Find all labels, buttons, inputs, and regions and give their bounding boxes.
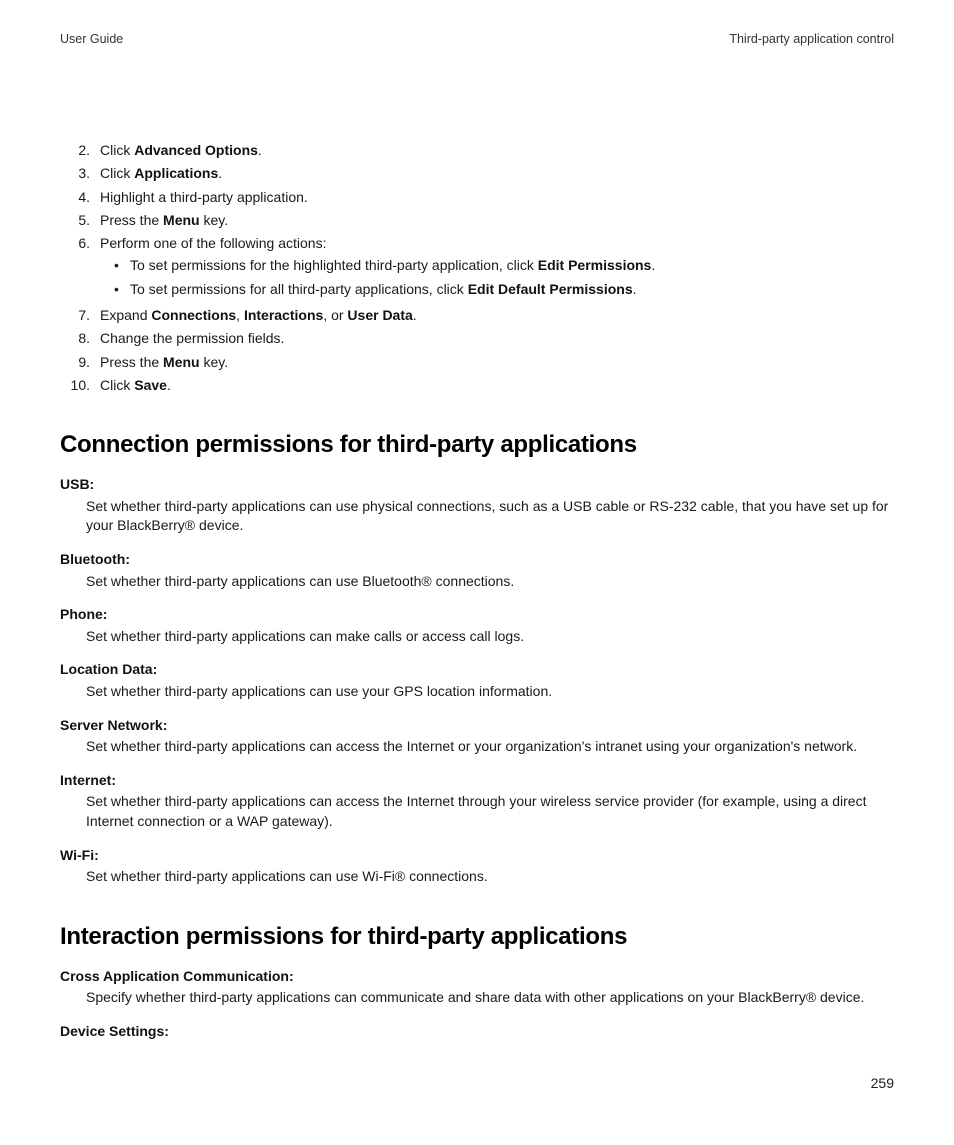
instruction-steps: 2. Click Advanced Options. 3. Click Appl…: [66, 140, 894, 395]
def-term: Phone:: [60, 605, 894, 625]
def-device-settings: Device Settings:: [60, 1022, 894, 1042]
sub-action: • To set permissions for all third-party…: [114, 279, 894, 299]
step-body: Click Save.: [100, 375, 894, 395]
step-number: 2.: [66, 140, 100, 160]
def-term: Device Settings:: [60, 1022, 894, 1042]
sub-actions: • To set permissions for the highlighted…: [114, 255, 894, 299]
def-cross-app-comm: Cross Application Communication: Specify…: [60, 967, 894, 1008]
page-number: 259: [871, 1075, 894, 1091]
section-heading-connection: Connection permissions for third-party a…: [60, 431, 894, 459]
def-server-network: Server Network: Set whether third-party …: [60, 716, 894, 757]
def-desc: Set whether third-party applications can…: [86, 572, 894, 592]
step-9: 9. Press the Menu key.: [66, 352, 894, 372]
def-location-data: Location Data: Set whether third-party a…: [60, 660, 894, 701]
step-body: Click Applications.: [100, 163, 894, 183]
def-usb: USB: Set whether third-party application…: [60, 475, 894, 536]
interaction-permissions-list: Cross Application Communication: Specify…: [60, 967, 894, 1042]
step-2: 2. Click Advanced Options.: [66, 140, 894, 160]
step-4: 4. Highlight a third-party application.: [66, 187, 894, 207]
section-heading-interaction: Interaction permissions for third-party …: [60, 923, 894, 951]
def-desc: Set whether third-party applications can…: [86, 737, 894, 757]
def-term: USB:: [60, 475, 894, 495]
step-body: Press the Menu key.: [100, 352, 894, 372]
def-wifi: Wi-Fi: Set whether third-party applicati…: [60, 846, 894, 887]
header-right: Third-party application control: [729, 32, 894, 46]
connection-permissions-list: USB: Set whether third-party application…: [60, 475, 894, 887]
def-phone: Phone: Set whether third-party applicati…: [60, 605, 894, 646]
step-number: 10.: [66, 375, 100, 395]
step-3: 3. Click Applications.: [66, 163, 894, 183]
step-body: Press the Menu key.: [100, 210, 894, 230]
def-desc: Set whether third-party applications can…: [86, 682, 894, 702]
step-body: Click Advanced Options.: [100, 140, 894, 160]
def-desc: Set whether third-party applications can…: [86, 627, 894, 647]
header-left: User Guide: [60, 32, 123, 46]
step-number: 4.: [66, 187, 100, 207]
bullet-icon: •: [114, 279, 130, 299]
step-6: 6. Perform one of the following actions:…: [66, 233, 894, 302]
def-term: Bluetooth:: [60, 550, 894, 570]
step-number: 3.: [66, 163, 100, 183]
step-number: 6.: [66, 233, 100, 302]
step-number: 7.: [66, 305, 100, 325]
step-body: Expand Connections, Interactions, or Use…: [100, 305, 894, 325]
page: User Guide Third-party application contr…: [0, 0, 954, 1145]
step-number: 8.: [66, 328, 100, 348]
def-bluetooth: Bluetooth: Set whether third-party appli…: [60, 550, 894, 591]
step-7: 7. Expand Connections, Interactions, or …: [66, 305, 894, 325]
step-body: Change the permission fields.: [100, 328, 894, 348]
bullet-icon: •: [114, 255, 130, 275]
step-10: 10. Click Save.: [66, 375, 894, 395]
def-desc: Set whether third-party applications can…: [86, 792, 894, 831]
def-term: Location Data:: [60, 660, 894, 680]
step-body: Perform one of the following actions: • …: [100, 233, 894, 302]
step-body: Highlight a third-party application.: [100, 187, 894, 207]
step-number: 9.: [66, 352, 100, 372]
def-desc: Set whether third-party applications can…: [86, 497, 894, 536]
step-number: 5.: [66, 210, 100, 230]
step-8: 8. Change the permission fields.: [66, 328, 894, 348]
sub-action: • To set permissions for the highlighted…: [114, 255, 894, 275]
running-header: User Guide Third-party application contr…: [60, 32, 894, 46]
def-internet: Internet: Set whether third-party applic…: [60, 771, 894, 832]
def-desc: Specify whether third-party applications…: [86, 988, 894, 1008]
def-term: Server Network:: [60, 716, 894, 736]
def-term: Internet:: [60, 771, 894, 791]
def-term: Wi-Fi:: [60, 846, 894, 866]
def-term: Cross Application Communication:: [60, 967, 894, 987]
def-desc: Set whether third-party applications can…: [86, 867, 894, 887]
step-5: 5. Press the Menu key.: [66, 210, 894, 230]
